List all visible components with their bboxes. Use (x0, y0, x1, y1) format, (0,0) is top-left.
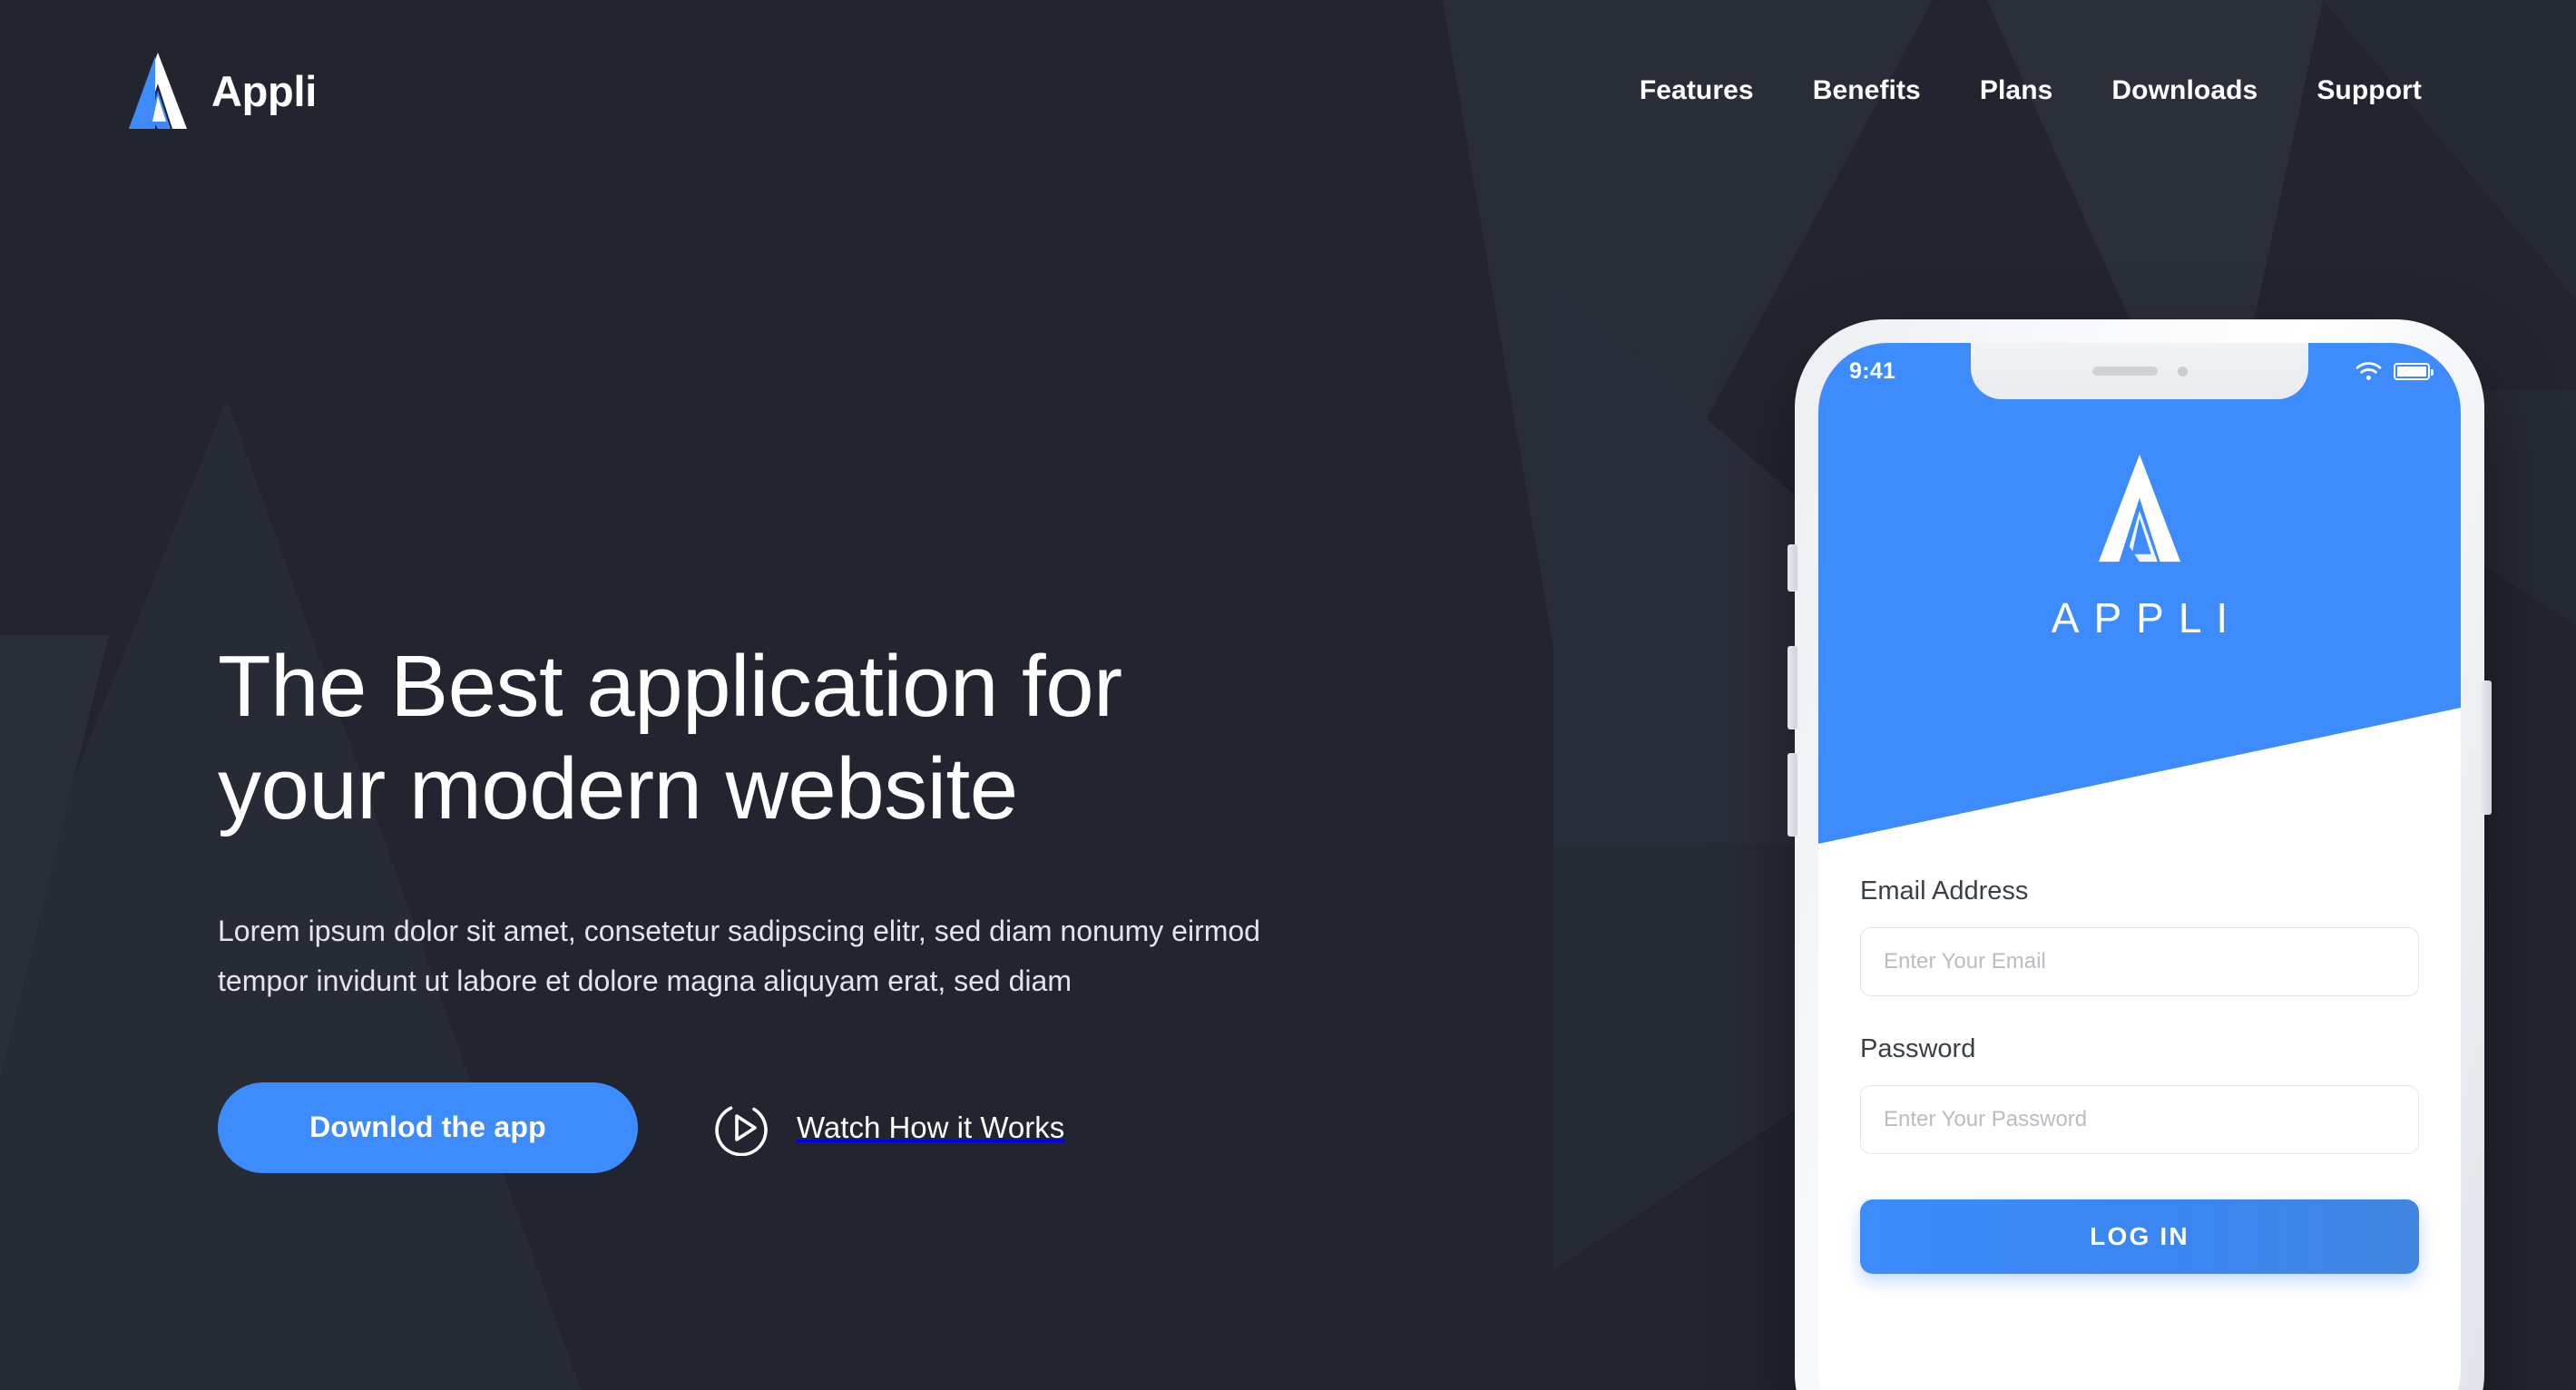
phone-mockup: 9:41 APPLI Email Address Enter Your Emai… (1788, 319, 2492, 1390)
hero-section: The Best application for your modern web… (218, 635, 1361, 1173)
email-label: Email Address (1860, 876, 2029, 905)
login-button[interactable]: LOG IN (1860, 1199, 2419, 1274)
hero-title-line-1: The Best application for (218, 638, 1122, 735)
brand-logo[interactable]: Appli (125, 51, 317, 131)
main-navigation: Features Benefits Plans Downloads Suppor… (1640, 75, 2451, 106)
bg-triangle-far-left (0, 635, 109, 1080)
download-app-button[interactable]: Downlod the app (218, 1082, 638, 1173)
phone-screen: 9:41 APPLI Email Address Enter Your Emai… (1818, 343, 2461, 1390)
site-header: Appli Features Benefits Plans Downloads … (0, 0, 2576, 181)
phone-status-bar: 9:41 (1818, 343, 2461, 399)
nav-link-downloads[interactable]: Downloads (2111, 75, 2258, 106)
wifi-icon (2356, 362, 2382, 380)
app-splash-brand: APPLI (1818, 452, 2461, 639)
hero-actions: Downlod the app Watch How it Works (218, 1082, 1361, 1173)
nav-link-support[interactable]: Support (2316, 75, 2422, 106)
phone-volume-up-button[interactable] (1788, 646, 1797, 729)
hero-subtitle: Lorem ipsum dolor sit amet, consetetur s… (218, 914, 1260, 997)
watch-how-it-works-label: Watch How it Works (797, 1110, 1065, 1144)
phone-power-button[interactable] (2482, 680, 2492, 815)
app-splash-name: APPLI (2051, 594, 2243, 641)
status-bar-icons (2356, 361, 2434, 381)
login-form: Email Address Password LOG IN (1818, 878, 2461, 1274)
password-input[interactable] (1860, 1085, 2419, 1154)
watch-how-it-works-link[interactable]: Watch How it Works (714, 1100, 1064, 1156)
nav-link-features[interactable]: Features (1640, 75, 1754, 106)
phone-volume-down-button[interactable] (1788, 753, 1797, 837)
email-input[interactable] (1860, 927, 2419, 996)
appli-triangle-logo-icon (2098, 454, 2181, 563)
hero-title-line-2: your modern website (218, 740, 1018, 838)
appli-triangle-logo-icon (129, 53, 187, 129)
form-spacer (1860, 996, 2419, 1036)
hero-title: The Best application for your modern web… (218, 635, 1361, 841)
landing-page: Appli Features Benefits Plans Downloads … (0, 0, 2576, 1390)
battery-full-icon (2394, 362, 2434, 380)
nav-link-plans[interactable]: Plans (1980, 75, 2053, 106)
password-label: Password (1860, 1034, 1976, 1063)
nav-link-benefits[interactable]: Benefits (1813, 75, 1921, 106)
phone-mute-switch[interactable] (1788, 544, 1797, 592)
brand-name: Appli (211, 66, 317, 115)
status-bar-time: 9:41 (1849, 357, 1896, 384)
play-circle-icon (715, 1105, 768, 1156)
